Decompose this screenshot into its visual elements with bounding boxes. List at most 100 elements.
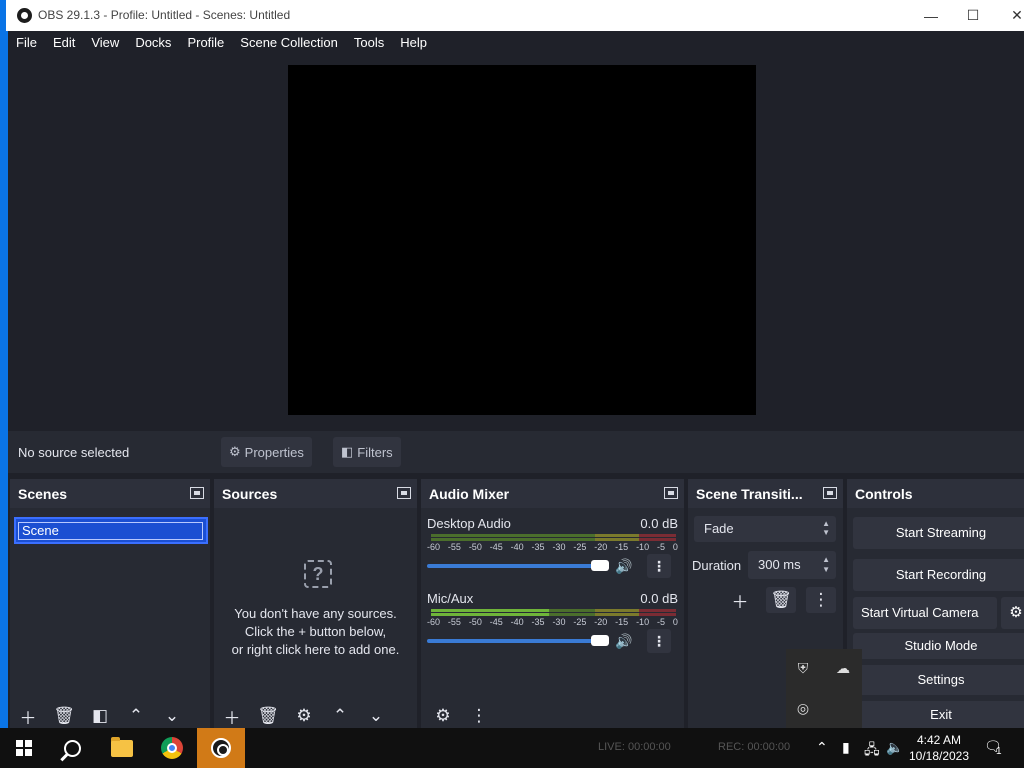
remove-scene-button[interactable]: 🗑 bbox=[46, 704, 82, 728]
scenes-dock-header: Scenes bbox=[10, 479, 210, 508]
transition-properties-button[interactable]: ⋮ bbox=[806, 587, 836, 613]
empty-line-3: or right click here to add one. bbox=[231, 642, 400, 657]
volume-slider-handle[interactable] bbox=[591, 635, 609, 646]
remove-transition-button[interactable]: 🗑 bbox=[766, 587, 796, 613]
duration-label: Duration bbox=[692, 558, 742, 573]
scene-filters-button[interactable]: ◧ bbox=[82, 704, 118, 728]
add-transition-button[interactable]: ＋ bbox=[725, 587, 755, 613]
sources-toolbar: ＋ 🗑 ⚙ ⌃ ⌄ bbox=[214, 704, 417, 728]
menu-file[interactable]: File bbox=[8, 31, 45, 55]
volume-slider[interactable] bbox=[427, 639, 609, 643]
sources-list[interactable]: ? You don't have any sources. Click the … bbox=[214, 508, 417, 728]
clock-date: 10/18/2023 bbox=[908, 749, 970, 763]
volume-icon[interactable]: 🔈 bbox=[886, 739, 903, 756]
scene-transitions-title: Scene Transiti... bbox=[696, 485, 803, 502]
cursor-icon: ▮ bbox=[842, 739, 850, 755]
duration-spinbox[interactable]: 300 ms ▲ ▼ bbox=[748, 551, 836, 579]
move-source-up-button[interactable]: ⌃ bbox=[322, 704, 358, 728]
channel-menu-button[interactable]: ⋮ bbox=[647, 554, 671, 578]
menu-scene-collection[interactable]: Scene Collection bbox=[232, 31, 346, 55]
undock-icon[interactable] bbox=[664, 487, 678, 499]
settings-button[interactable]: Settings bbox=[853, 665, 1024, 695]
menu-view[interactable]: View bbox=[83, 31, 127, 55]
undock-icon[interactable] bbox=[823, 487, 837, 499]
filters-button[interactable]: ◧ Filters bbox=[333, 437, 401, 467]
meter-scale: -60 -55 -50 -45 -40 -35 -30 -25 -20 -15 -10 -5 0 bbox=[427, 617, 678, 627]
onedrive-cloud-icon[interactable]: ☁ bbox=[833, 658, 853, 678]
audio-channels: Desktop Audio 0.0 dB -60 -55 -50 -45 -40 -35-… bbox=[421, 508, 684, 728]
undock-icon[interactable] bbox=[190, 487, 204, 499]
filter-icon: ◧ bbox=[341, 444, 354, 459]
title-bar: OBS 29.1.3 - Profile: Untitled - Scenes:… bbox=[0, 0, 1024, 31]
search-button[interactable] bbox=[48, 728, 96, 768]
volume-slider[interactable] bbox=[427, 564, 609, 568]
start-recording-button[interactable]: Start Recording bbox=[853, 559, 1024, 591]
channel-name: Desktop Audio bbox=[427, 516, 511, 531]
minimize-button[interactable]: — bbox=[908, 0, 954, 31]
chrome-button[interactable] bbox=[148, 728, 196, 768]
maximize-button[interactable]: ☐ bbox=[950, 0, 996, 31]
virtual-camera-settings-gear-icon[interactable]: ⚙ bbox=[1001, 597, 1024, 629]
add-source-button[interactable]: ＋ bbox=[214, 704, 250, 728]
channel-db: 0.0 dB bbox=[640, 516, 678, 531]
live-status: LIVE: 00:00:00 bbox=[598, 741, 671, 753]
audio-mixer-menu-button[interactable]: ⋮ bbox=[461, 704, 497, 728]
remove-source-button[interactable]: 🗑 bbox=[250, 704, 286, 728]
transition-select[interactable]: Fade ▲ ▼ bbox=[694, 516, 836, 542]
speaker-icon[interactable]: 🔊 bbox=[615, 558, 632, 575]
volume-meter bbox=[427, 534, 678, 541]
menu-docks[interactable]: Docks bbox=[127, 31, 179, 55]
speaker-icon[interactable]: 🔊 bbox=[615, 633, 632, 650]
mic-aux-channel: Mic/Aux 0.0 dB -60 -55 -50 -45 -40 -35 -30 -25-… bbox=[427, 591, 678, 661]
move-scene-up-button[interactable]: ⌃ bbox=[118, 704, 154, 728]
search-icon bbox=[63, 739, 81, 757]
preview-canvas[interactable] bbox=[288, 65, 756, 415]
menu-profile[interactable]: Profile bbox=[179, 31, 232, 55]
source-properties-button[interactable]: ⚙ bbox=[286, 704, 322, 728]
volume-slider-handle[interactable] bbox=[591, 560, 609, 571]
question-mark-icon: ? bbox=[304, 560, 332, 588]
menu-help[interactable]: Help bbox=[392, 31, 435, 55]
exit-button[interactable]: Exit bbox=[853, 701, 1024, 729]
channel-menu-button[interactable]: ⋮ bbox=[647, 629, 671, 653]
network-icon[interactable]: 🖧 bbox=[864, 739, 880, 763]
spinbox-arrows-icon[interactable]: ▲ ▼ bbox=[822, 555, 830, 575]
start-button[interactable] bbox=[0, 728, 48, 768]
scenes-list[interactable]: Scene bbox=[10, 508, 210, 728]
scene-list-item[interactable]: Scene bbox=[14, 517, 208, 544]
move-source-down-button[interactable]: ⌄ bbox=[358, 704, 394, 728]
transition-selected-value: Fade bbox=[704, 521, 734, 536]
undock-icon[interactable] bbox=[397, 487, 411, 499]
select-arrows-icon: ▲ ▼ bbox=[822, 519, 830, 537]
notification-count: 1 bbox=[996, 746, 1002, 757]
audio-mixer-dock: Audio Mixer Desktop Audio 0.0 dB -60 -55-… bbox=[421, 479, 684, 728]
desktop-audio-channel: Desktop Audio 0.0 dB -60 -55 -50 -45 -40 -35-… bbox=[427, 516, 678, 586]
obs-tray-icon[interactable]: ◎ bbox=[793, 698, 813, 718]
menu-edit[interactable]: Edit bbox=[45, 31, 83, 55]
controls-body: Start Streaming Start Recording Start Vi… bbox=[847, 508, 1024, 729]
properties-button[interactable]: ⚙ Properties bbox=[221, 437, 312, 467]
source-toolbar: No source selected ⚙ Properties ◧ Filter… bbox=[8, 431, 1024, 473]
move-scene-down-button[interactable]: ⌄ bbox=[154, 704, 190, 728]
close-button[interactable]: ✕ bbox=[994, 0, 1024, 31]
start-streaming-button[interactable]: Start Streaming bbox=[853, 517, 1024, 549]
chevron-up-icon[interactable]: ⌃ bbox=[816, 739, 828, 756]
scene-name[interactable]: Scene bbox=[18, 522, 203, 540]
empty-line-1: You don't have any sources. bbox=[234, 606, 397, 621]
security-shield-icon[interactable]: ⛨ bbox=[793, 658, 813, 678]
studio-mode-button[interactable]: Studio Mode bbox=[853, 633, 1024, 659]
start-virtual-camera-button[interactable]: Start Virtual Camera bbox=[853, 597, 997, 629]
file-explorer-button[interactable] bbox=[98, 728, 146, 768]
obs-icon bbox=[211, 738, 231, 758]
audio-mixer-title: Audio Mixer bbox=[429, 485, 510, 502]
sources-empty-message: You don't have any sources. Click the + … bbox=[214, 605, 417, 659]
taskbar-clock[interactable]: 4:42 AM 10/18/2023 bbox=[906, 732, 972, 764]
obs-taskbar-button[interactable] bbox=[197, 728, 245, 768]
advanced-audio-properties-button[interactable]: ⚙ bbox=[425, 704, 461, 728]
sources-dock-header: Sources bbox=[214, 479, 417, 508]
preview-area[interactable] bbox=[8, 55, 1024, 429]
clock-time: 4:42 AM bbox=[916, 733, 962, 747]
add-scene-button[interactable]: ＋ bbox=[10, 704, 46, 728]
menu-tools[interactable]: Tools bbox=[346, 31, 392, 55]
empty-line-2: Click the + button below, bbox=[244, 624, 387, 639]
